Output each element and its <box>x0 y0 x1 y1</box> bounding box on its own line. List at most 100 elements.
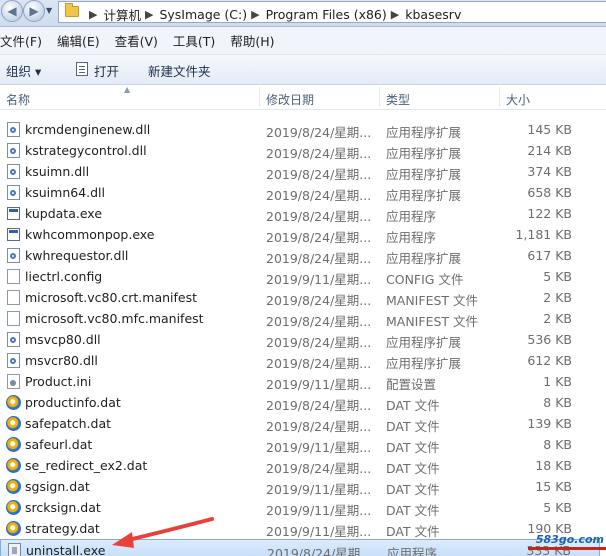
file-date: 2019/8/24/星期... <box>266 251 372 266</box>
column-header: ▲ 名称 修改日期 类型 大小 <box>0 85 606 110</box>
breadcrumb-item[interactable]: Program Files (x86) <box>266 7 387 22</box>
file-row[interactable]: uninstall.exe2019/8/24/星期...应用程序333 KB <box>0 539 600 556</box>
back-button[interactable]: ◀ <box>1 0 23 22</box>
file-row[interactable]: se_redirect_ex2.dat 2019/8/24/星期... DAT 文件… <box>0 455 600 476</box>
file-row[interactable]: strategy.dat 2019/9/11/星期... DAT 文件 190 KB <box>0 518 600 539</box>
file-type: 应用程序扩展 <box>386 125 462 140</box>
file-row[interactable]: srcksign.dat 2019/9/11/星期... DAT 文件 5 KB <box>0 497 600 518</box>
file-type: CONFIG 文件 <box>386 272 464 287</box>
file-row[interactable]: kwhrequestor.dll 2019/8/24/星期... 应用程序扩展 617… <box>0 245 600 266</box>
file-name: uninstall.exe <box>26 543 106 556</box>
file-row[interactable]: sgsign.dat 2019/9/11/星期... DAT 文件 15 KB <box>0 476 600 497</box>
column-divider[interactable] <box>259 87 260 107</box>
file-row[interactable]: safepatch.dat 2019/8/24/星期... DAT 文件 139 KB <box>0 413 600 434</box>
breadcrumb-separator-icon[interactable]: ▶ <box>89 8 97 21</box>
file-row[interactable]: krcmdenginenew.dll 2019/8/24/星期... 应用程序扩展 1… <box>0 119 600 140</box>
organize-button[interactable]: 组织 ▾ <box>6 61 41 80</box>
file-size: 18 KB <box>535 458 572 473</box>
forward-button[interactable]: ▶ <box>23 0 45 22</box>
file-name: kwhrequestor.dll <box>25 248 129 263</box>
menu-item[interactable]: 查看(V) <box>115 31 165 50</box>
menu-bar: 文件(F) 编辑(E) 查看(V) 工具(T) 帮助(H) <box>0 27 606 55</box>
file-size: 139 KB <box>527 416 572 431</box>
file-row[interactable]: kupdata.exe 2019/8/24/星期... 应用程序 122 KB <box>0 203 600 224</box>
file-name: krcmdenginenew.dll <box>25 122 151 137</box>
column-divider[interactable] <box>499 87 500 107</box>
file-type: MANIFEST 文件 <box>386 314 479 329</box>
file-type: DAT 文件 <box>386 398 440 413</box>
file-date: 2019/8/24/星期... <box>266 125 372 140</box>
column-size[interactable]: 大小 <box>506 91 530 108</box>
file-name: kstrategycontrol.dll <box>25 143 147 158</box>
file-type: DAT 文件 <box>386 503 440 518</box>
file-name: ksuimn.dll <box>25 164 90 179</box>
dll-file-icon <box>7 248 20 263</box>
breadcrumb-separator-icon[interactable]: ▶ <box>391 8 399 21</box>
breadcrumb-item[interactable]: kbasesrv <box>405 7 461 22</box>
breadcrumb-item[interactable]: 计算机 <box>103 5 141 24</box>
file-row[interactable]: kwhcommonpop.exe 2019/8/24/星期... 应用程序 1,181… <box>0 224 600 245</box>
file-row[interactable]: microsoft.vc80.mfc.manifest 2019/8/24/星期.… <box>0 308 600 329</box>
file-name: sgsign.dat <box>25 479 90 494</box>
file-row[interactable]: ksuimn.dll 2019/8/24/星期... 应用程序扩展 374 KB <box>0 161 600 182</box>
file-date: 2019/8/24/星期... <box>266 146 372 161</box>
dat-file-icon <box>6 479 21 494</box>
dat-file-icon <box>6 458 21 473</box>
file-type: 应用程序 <box>386 230 437 245</box>
column-name[interactable]: 名称 <box>6 91 30 108</box>
dat-file-icon <box>6 500 21 515</box>
file-size: 8 KB <box>543 437 572 452</box>
file-name: safepatch.dat <box>25 416 112 431</box>
file-row[interactable]: liectrl.config 2019/9/11/星期... CONFIG 文件 5 … <box>0 266 600 287</box>
file-size: 1 KB <box>543 374 572 389</box>
dll-file-icon <box>7 143 20 158</box>
file-row[interactable]: msvcr80.dll 2019/8/24/星期... 应用程序扩展 612 KB <box>0 350 600 371</box>
breadcrumb-separator-icon[interactable]: ▶ <box>145 8 153 21</box>
file-size: 145 KB <box>527 122 572 137</box>
file-row[interactable]: ksuimn64.dll 2019/8/24/星期... 应用程序扩展 658 KB <box>0 182 600 203</box>
open-icon <box>76 62 88 76</box>
file-size: 1,181 KB <box>515 227 572 242</box>
file-size: 122 KB <box>527 206 572 221</box>
dll-file-icon <box>7 353 20 368</box>
open-button[interactable]: 打开 <box>94 61 119 80</box>
file-row[interactable]: microsoft.vc80.crt.manifest 2019/8/24/星期.… <box>0 287 600 308</box>
file-row[interactable]: Product.ini 2019/9/11/星期... 配置设置 1 KB <box>0 371 600 392</box>
file-type: DAT 文件 <box>386 461 440 476</box>
file-size: 536 KB <box>527 332 572 347</box>
file-type: 应用程序扩展 <box>386 356 462 371</box>
file-row[interactable]: productinfo.dat 2019/8/24/星期... DAT 文件 8 KB <box>0 392 600 413</box>
file-type: DAT 文件 <box>386 482 440 497</box>
file-type: 应用程序扩展 <box>386 335 462 350</box>
file-date: 2019/8/24/星期... <box>266 314 372 329</box>
new-folder-button[interactable]: 新建文件夹 <box>148 61 211 80</box>
address-bar: ◀ ▶ ▼ ▶ 计算机 ▶ SysImage (C:) ▶ Program Files (… <box>0 0 606 27</box>
breadcrumb-separator-icon[interactable]: ▶ <box>251 8 259 21</box>
file-date: 2019/9/11/星期... <box>266 440 372 455</box>
file-type: 应用程序扩展 <box>386 167 462 182</box>
file-date: 2019/8/24/星期... <box>266 398 372 413</box>
file-row[interactable]: safeurl.dat 2019/9/11/星期... DAT 文件 8 KB <box>0 434 600 455</box>
file-date: 2019/8/24/星期... <box>266 461 372 476</box>
breadcrumb-item[interactable]: SysImage (C:) <box>159 7 247 22</box>
address-field[interactable]: ▶ 计算机 ▶ SysImage (C:) ▶ Program Files (x86) ▶ k… <box>58 1 606 23</box>
file-size: 15 KB <box>535 479 572 494</box>
file-row[interactable]: msvcp80.dll 2019/8/24/星期... 应用程序扩展 536 KB <box>0 329 600 350</box>
menu-item[interactable]: 编辑(E) <box>57 31 107 50</box>
menu-item[interactable]: 工具(T) <box>173 31 222 50</box>
menu-item[interactable]: 帮助(H) <box>230 31 281 50</box>
file-row[interactable]: kstrategycontrol.dll 2019/8/24/星期... 应用程序扩… <box>0 140 600 161</box>
file-name: liectrl.config <box>25 269 103 284</box>
column-type[interactable]: 类型 <box>386 91 410 108</box>
file-date: 2019/8/24/星期... <box>266 167 372 182</box>
watermark-underline <box>528 547 606 550</box>
menu-item[interactable]: 文件(F) <box>0 31 49 50</box>
file-type: 应用程序扩展 <box>386 146 462 161</box>
dat-file-icon <box>6 395 21 410</box>
column-date[interactable]: 修改日期 <box>266 91 314 108</box>
history-dropdown-icon[interactable]: ▼ <box>46 6 56 18</box>
file-size: 2 KB <box>543 290 572 305</box>
file-name: se_redirect_ex2.dat <box>25 458 148 473</box>
file-name: microsoft.vc80.mfc.manifest <box>25 311 204 326</box>
column-divider[interactable] <box>379 87 380 107</box>
